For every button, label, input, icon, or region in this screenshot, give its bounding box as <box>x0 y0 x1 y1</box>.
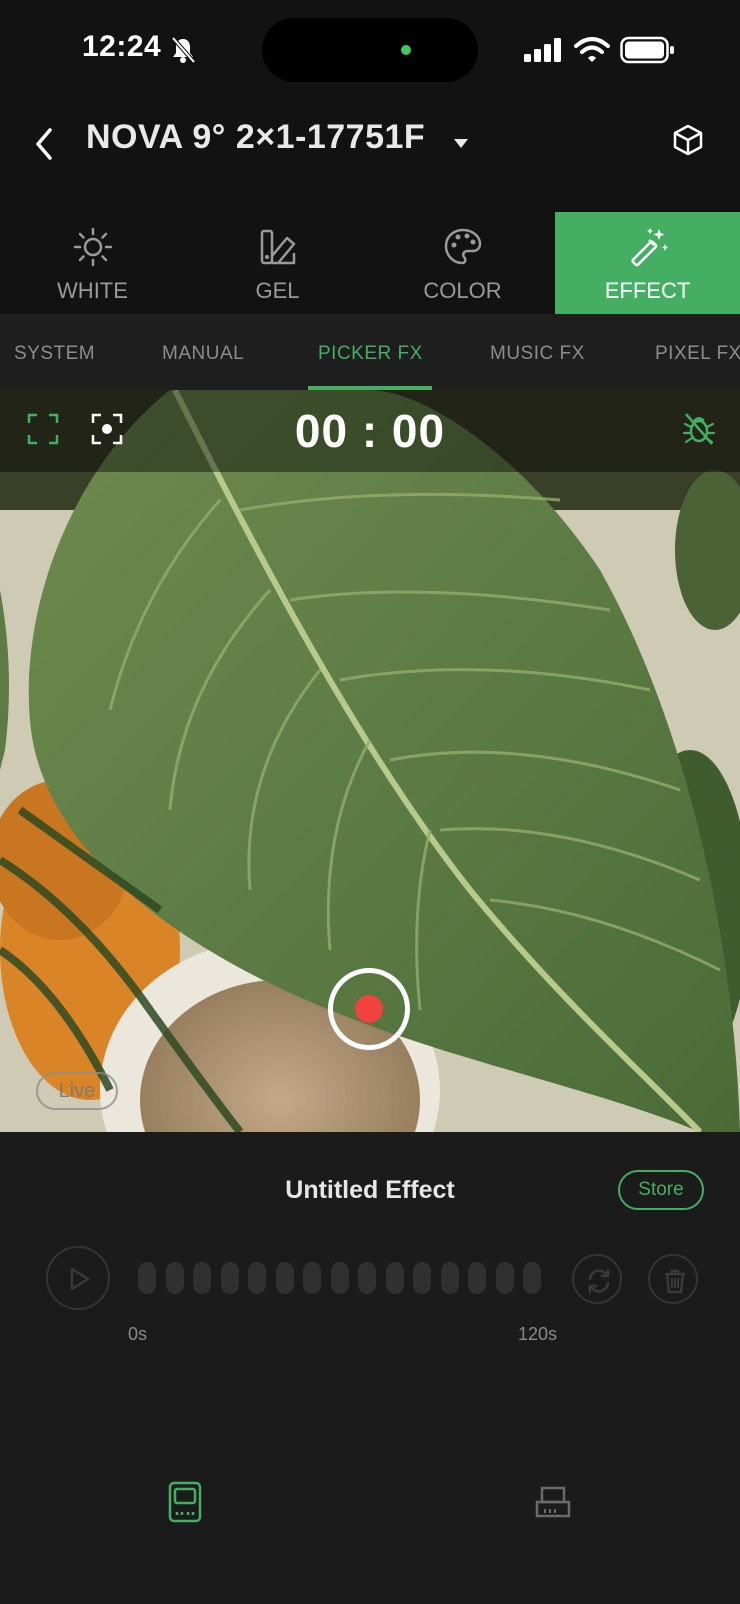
mode-color[interactable]: COLOR <box>370 212 555 314</box>
timeline-segment[interactable] <box>413 1262 431 1294</box>
timeline-segment[interactable] <box>495 1262 514 1294</box>
timeline-segment[interactable] <box>440 1262 459 1294</box>
camera-toolbar: 00 : 00 <box>0 390 740 472</box>
device-header: NOVA 9° 2×1-17751F <box>0 100 740 212</box>
timeline-segment[interactable] <box>220 1262 239 1294</box>
status-bar: 12:24 <box>0 0 740 100</box>
tab-pixel-fx[interactable]: PIXEL FX <box>655 314 740 390</box>
bug-off-icon[interactable] <box>680 410 718 448</box>
timeline-segment[interactable] <box>468 1262 486 1294</box>
store-button[interactable]: Store <box>618 1170 704 1210</box>
timeline-segment[interactable] <box>193 1262 211 1294</box>
mode-gel[interactable]: GEL <box>185 212 370 314</box>
timeline-segment[interactable] <box>523 1262 541 1294</box>
timeline-segment[interactable] <box>248 1262 266 1294</box>
fixture-icon[interactable] <box>533 1480 573 1524</box>
trash-icon <box>665 1269 685 1294</box>
mode-white-label: WHITE <box>57 278 128 303</box>
delete-button[interactable] <box>648 1254 698 1304</box>
wifi-icon <box>574 37 610 62</box>
tab-system[interactable]: SYSTEM <box>14 314 95 390</box>
device-remote-icon[interactable] <box>165 1480 205 1524</box>
mode-bar: WHITE GEL COLOR EFFECT <box>0 212 740 314</box>
live-toggle[interactable]: Live <box>36 1072 118 1110</box>
signal-icon <box>524 38 561 62</box>
cube-icon[interactable] <box>670 122 706 158</box>
timeline-segment[interactable] <box>165 1262 184 1294</box>
timeline-segment[interactable] <box>358 1262 376 1294</box>
palette-icon <box>444 228 482 265</box>
tab-music-fx[interactable]: MUSIC FX <box>490 314 585 390</box>
mode-gel-label: GEL <box>255 278 300 303</box>
sun-icon <box>73 227 113 267</box>
loop-button[interactable] <box>572 1254 622 1304</box>
loop-icon <box>588 1268 610 1294</box>
mode-effect[interactable]: EFFECT <box>555 212 740 314</box>
record-button[interactable] <box>328 968 410 1050</box>
camera-indicator <box>401 45 411 55</box>
mode-white[interactable]: WHITE <box>0 212 185 314</box>
mode-effect-label: EFFECT <box>604 278 691 303</box>
timeline-segment[interactable] <box>385 1262 404 1294</box>
tab-picker-fx[interactable]: PICKER FX <box>318 314 423 390</box>
record-icon <box>355 995 383 1023</box>
play-button[interactable] <box>46 1246 110 1310</box>
camera-viewfinder[interactable]: 00 : 00 Live <box>0 390 740 1132</box>
timeline-start-label: 0s <box>128 1324 148 1344</box>
magic-wand-icon <box>631 228 668 267</box>
timeline-segment[interactable] <box>275 1262 294 1294</box>
bell-slash-icon <box>171 36 196 64</box>
timeline-segment[interactable] <box>303 1262 321 1294</box>
effect-subtabs: SYSTEM MANUAL PICKER FX MUSIC FX PIXEL F… <box>0 314 740 390</box>
tab-manual[interactable]: MANUAL <box>162 314 244 390</box>
timeline-end-label: 120s <box>518 1324 558 1344</box>
dynamic-island <box>262 18 478 82</box>
play-icon <box>70 1267 90 1291</box>
mode-color-label: COLOR <box>423 278 502 303</box>
status-time: 12:24 <box>82 30 162 63</box>
timeline-segment[interactable] <box>330 1262 349 1294</box>
record-timer: 00 : 00 <box>294 405 446 457</box>
battery-icon <box>620 36 674 64</box>
gel-swatch-icon <box>260 229 296 265</box>
device-name[interactable]: NOVA 9° 2×1-17751F <box>86 118 425 157</box>
timeline-segment[interactable] <box>138 1262 156 1294</box>
caret-down-icon[interactable] <box>452 136 470 150</box>
chevron-left-icon[interactable] <box>28 124 60 164</box>
